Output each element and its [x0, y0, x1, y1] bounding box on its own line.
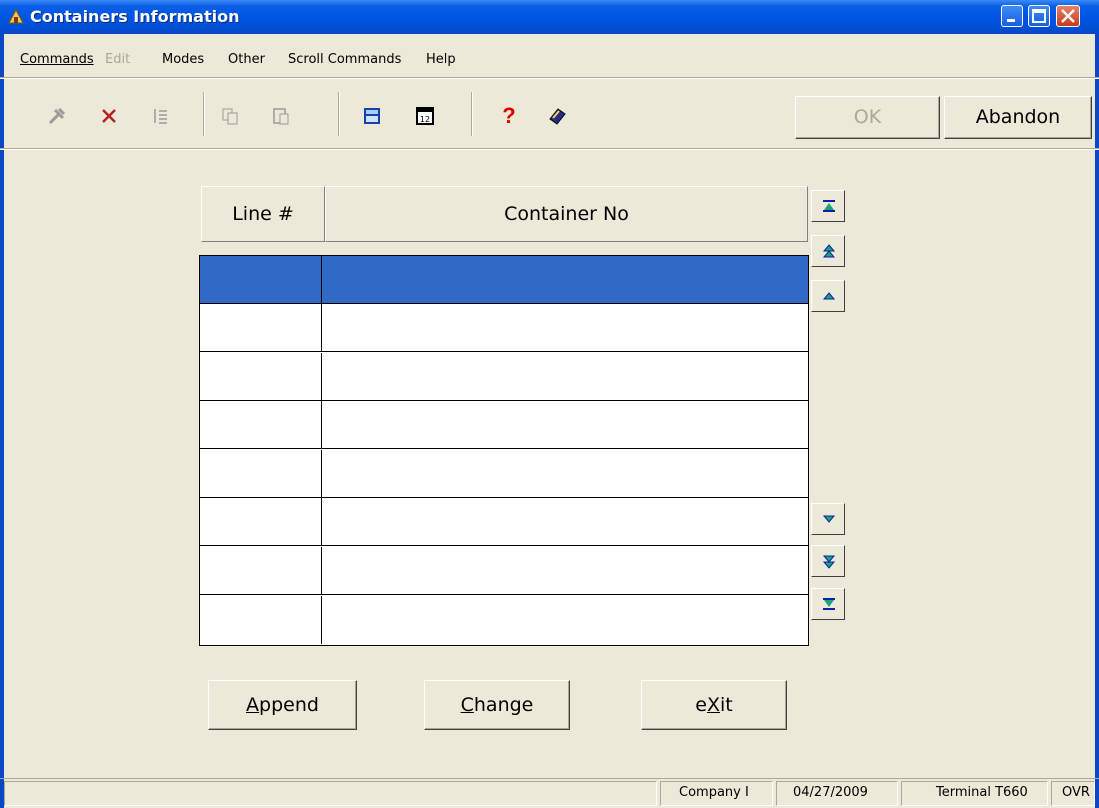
scroll-down-button[interactable] [811, 503, 845, 535]
scroll-top-icon [823, 200, 835, 212]
title-bar: Containers Information [0, 0, 1099, 34]
scroll-up-button[interactable] [811, 280, 845, 312]
tools-icon[interactable] [46, 105, 68, 127]
up-icon [822, 292, 836, 300]
line-cell[interactable] [200, 547, 322, 594]
calendar-icon[interactable]: 12 [414, 105, 436, 127]
menu-other[interactable]: Other [228, 52, 265, 67]
append-button[interactable]: Append [208, 680, 357, 730]
status-bar-separator [0, 778, 1099, 779]
toolbar-separator [203, 92, 205, 136]
close-button[interactable] [1056, 5, 1080, 27]
line-cell[interactable] [200, 304, 322, 351]
scroll-bottom-icon [823, 598, 835, 610]
minimize-button[interactable] [1001, 5, 1023, 27]
menu-modes[interactable]: Modes [162, 52, 204, 67]
minimize-icon [1007, 19, 1015, 22]
paste-icon[interactable] [270, 105, 292, 127]
ok-button[interactable]: OK [795, 96, 940, 139]
double-up-icon [822, 244, 836, 258]
menu-commands[interactable]: Commands [20, 52, 94, 67]
line-cell[interactable] [200, 256, 322, 303]
menu-help[interactable]: Help [426, 52, 456, 67]
scroll-page-up-button[interactable] [811, 235, 845, 267]
containers-grid [199, 255, 809, 646]
status-panel-message [4, 781, 657, 806]
table-row[interactable] [200, 547, 808, 595]
change-button[interactable]: Change [424, 680, 570, 730]
maximize-button[interactable] [1028, 5, 1050, 27]
help-icon[interactable]: ? [498, 105, 520, 127]
line-cell[interactable] [200, 596, 322, 644]
scroll-last-button[interactable] [811, 588, 845, 620]
table-row[interactable] [200, 498, 808, 546]
table-row[interactable] [200, 304, 808, 352]
table-row[interactable] [200, 353, 808, 401]
menu-bar: Commands Edit Modes Other Scroll Command… [0, 45, 1099, 71]
line-cell[interactable] [200, 450, 322, 497]
line-cell[interactable] [200, 353, 322, 400]
toolbar-separator [471, 92, 473, 136]
table-row[interactable] [200, 401, 808, 449]
table-row[interactable] [200, 256, 808, 304]
toolbar-separator [338, 92, 340, 136]
down-icon [822, 515, 836, 523]
close-icon [1061, 9, 1075, 23]
line-cell[interactable] [200, 498, 322, 545]
window-title: Containers Information [30, 7, 240, 26]
book-icon[interactable] [546, 105, 568, 127]
svg-text:12: 12 [420, 115, 430, 124]
table-row[interactable] [200, 450, 808, 498]
status-date: 04/27/2009 [776, 781, 898, 806]
maximize-icon [1032, 9, 1046, 23]
menu-scroll-commands[interactable]: Scroll Commands [288, 52, 401, 67]
scroll-first-button[interactable] [811, 190, 845, 222]
list-icon[interactable] [149, 105, 171, 127]
menu-edit[interactable]: Edit [105, 52, 130, 67]
column-header-container-no[interactable]: Container No [325, 186, 808, 242]
table-row[interactable] [200, 596, 808, 644]
line-cell[interactable] [200, 401, 322, 448]
abandon-button[interactable]: Abandon [944, 96, 1092, 139]
exit-button[interactable]: eXit [641, 680, 787, 730]
app-icon [8, 9, 24, 24]
status-mode: OVR [1051, 781, 1095, 806]
window-border-left [0, 34, 4, 808]
calculator-icon[interactable] [361, 105, 383, 127]
window-border-right [1095, 34, 1099, 808]
double-down-icon [822, 555, 836, 569]
column-header-line[interactable]: Line # [201, 186, 325, 242]
status-terminal: Terminal T660 [901, 781, 1048, 806]
scroll-page-down-button[interactable] [811, 545, 845, 577]
status-company: Company I [660, 781, 773, 806]
delete-icon[interactable] [98, 105, 120, 127]
copy-icon[interactable] [219, 105, 241, 127]
